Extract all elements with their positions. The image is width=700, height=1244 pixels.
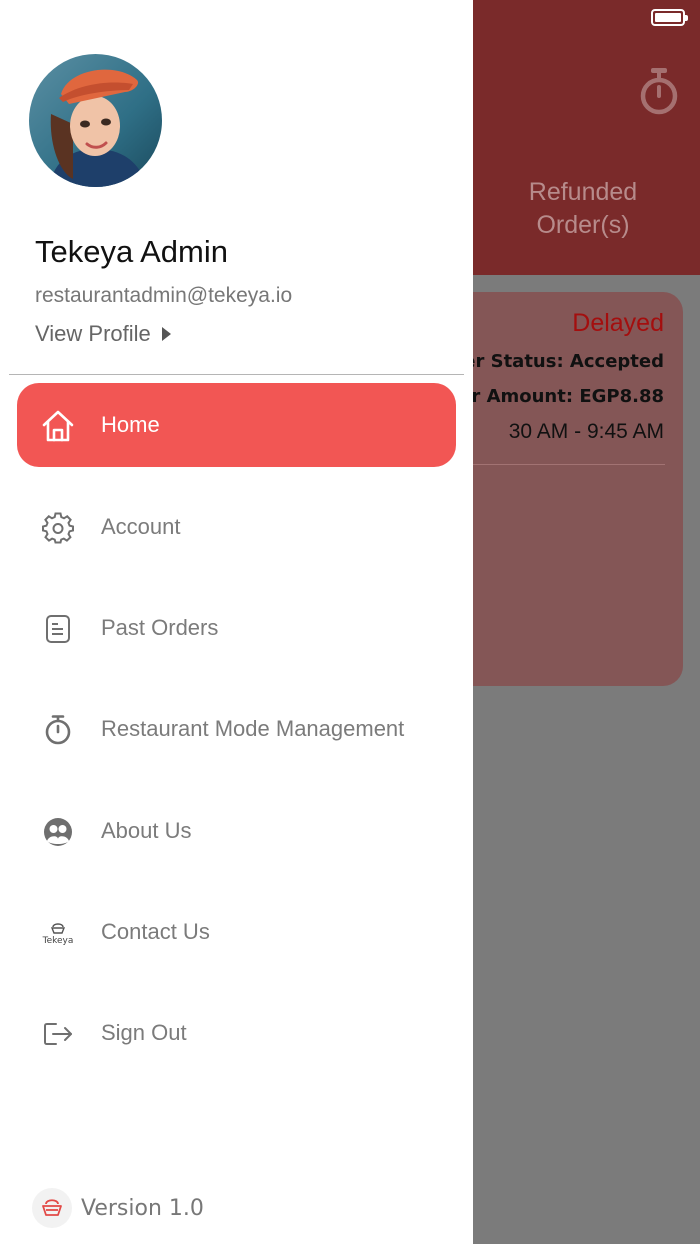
menu-item-label: Sign Out [101,1020,187,1045]
order-amount-text: der Amount: EGP8.88 [446,386,664,407]
card-divider [460,464,665,465]
menu-item-contact-us[interactable]: Tekeya Contact Us [17,890,456,974]
document-icon [39,610,77,648]
divider [9,374,464,375]
menu-item-label: Past Orders [101,615,219,640]
people-icon [39,813,77,851]
refunded-orders-tab[interactable]: Refunded Order(s) [503,176,663,242]
user-email: restaurantadmin@tekeya.io [35,284,293,307]
order-time-window: 30 AM - 9:45 AM [508,420,664,443]
menu-item-past-orders[interactable]: Past Orders [17,586,456,670]
menu-item-label: Contact Us [101,919,210,944]
menu-item-about-us[interactable]: About Us [17,789,456,873]
navigation-drawer: Tekeya Admin restaurantadmin@tekeya.io V… [0,0,473,1244]
view-profile-link[interactable]: View Profile [35,321,171,347]
order-status-text: rder Status: Accepted [441,351,665,372]
gear-icon [39,509,77,547]
menu-item-account[interactable]: Account [17,485,456,569]
menu-item-label: Home [101,412,160,437]
menu-item-label: Restaurant Mode Management [101,716,405,741]
avatar[interactable] [29,54,162,187]
menu-item-sign-out[interactable]: Sign Out [17,991,456,1075]
view-profile-label: View Profile [35,321,151,346]
timer-icon[interactable] [636,66,682,116]
menu-item-label: Account [101,514,181,539]
tekeya-logo-icon: Tekeya [39,914,77,952]
menu-item-home[interactable]: Home [17,383,456,467]
home-icon [39,407,77,445]
caret-right-icon [161,327,171,341]
user-name: Tekeya Admin [35,234,228,269]
order-status-badge: Delayed [572,309,664,337]
sign-out-icon [39,1015,77,1053]
timer-icon [39,711,77,749]
tekeya-logo-text: Tekeya [42,935,74,946]
tekeya-logo-icon [32,1188,72,1228]
battery-icon [651,9,688,26]
app-version: Version 1.0 [32,1188,204,1228]
menu-item-label: About Us [101,818,192,843]
menu-item-restaurant-mode[interactable]: Restaurant Mode Management [17,687,456,771]
version-label: Version 1.0 [81,1195,204,1221]
